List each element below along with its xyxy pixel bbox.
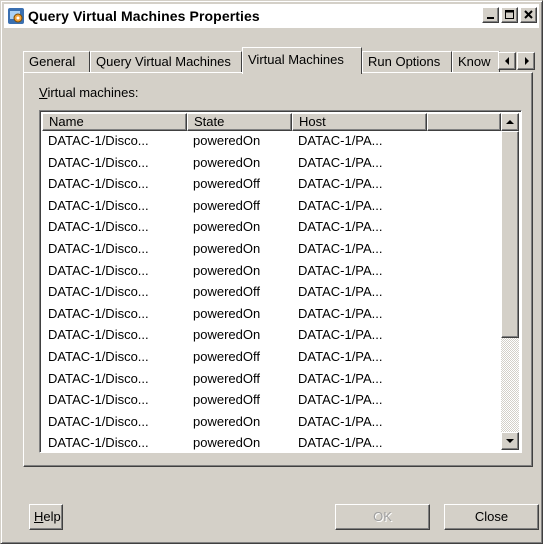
cell-host: DATAC-1/PA... (298, 133, 383, 148)
cell-name: DATAC-1/Disco... (48, 240, 149, 256)
cell-name: DATAC-1/Disco... (48, 348, 149, 364)
cell-name: DATAC-1/Disco... (48, 176, 149, 192)
close-dialog-button[interactable]: Close (444, 504, 539, 530)
arrow-right-icon (525, 57, 529, 65)
tab-query-virtual-machines[interactable]: Query Virtual Machines (90, 51, 242, 73)
cell-state: poweredOff (193, 284, 260, 300)
help-button[interactable]: Help (29, 504, 63, 530)
arrow-left-icon (505, 57, 509, 65)
cell-name: DATAC-1/Disco... (48, 392, 149, 408)
virtual-machines-panel: Virtual machines: Name State Host DATAC-… (23, 72, 533, 467)
cell-name: DATAC-1/Disco... (48, 284, 149, 300)
arrow-down-icon (506, 439, 514, 443)
cell-state: poweredOn (193, 219, 261, 235)
cell-state: poweredOn (193, 305, 261, 321)
cell-state: poweredOff (193, 348, 260, 364)
window-title: Query Virtual Machines Properties (28, 8, 260, 24)
table-row[interactable]: DATAC-1/Disco... poweredOff DATAC-1/PA... (42, 196, 501, 218)
tab-know[interactable]: Know (452, 51, 500, 73)
cell-host: DATAC-1/PA... (298, 435, 383, 451)
cell-host: DATAC-1/PA... (298, 262, 383, 278)
cell-name: DATAC-1/Disco... (48, 435, 149, 451)
list-rows: DATAC-1/Disco... poweredOn DATAC-1/PA... D… (42, 131, 501, 452)
cell-state: poweredOff (193, 392, 260, 408)
cell-host: DATAC-1/PA... (298, 284, 383, 300)
column-header-extra[interactable] (427, 113, 501, 131)
cell-state: poweredOn (193, 262, 261, 278)
table-row[interactable]: DATAC-1/Disco... poweredOff DATAC-1/PA... (42, 174, 501, 196)
scroll-down-button[interactable] (501, 432, 519, 450)
cell-host: DATAC-1/PA... (298, 348, 383, 364)
cell-name: DATAC-1/Disco... (48, 327, 149, 343)
cell-state: poweredOff (193, 370, 260, 386)
vertical-scrollbar[interactable] (501, 113, 519, 450)
table-row[interactable]: DATAC-1/Disco... poweredOff DATAC-1/PA... (42, 347, 501, 369)
maximize-icon (505, 10, 514, 19)
cell-state: poweredOn (193, 154, 261, 170)
tab-scroller (498, 52, 535, 70)
cell-state: poweredOn (193, 413, 261, 429)
table-row[interactable]: DATAC-1/Disco... poweredOff DATAC-1/PA... (42, 369, 501, 391)
scroll-thumb[interactable] (501, 131, 519, 338)
ok-button[interactable]: OK (335, 504, 430, 530)
virtual-machines-list[interactable]: Name State Host DATAC-1/Disco... poweredO… (39, 110, 522, 453)
table-row[interactable]: DATAC-1/Disco... poweredOn DATAC-1/PA... (42, 325, 501, 347)
list-header: Name State Host (42, 113, 501, 131)
tab-general[interactable]: General (23, 51, 90, 73)
cell-host: DATAC-1/PA... (298, 219, 383, 235)
column-header-state[interactable]: State (187, 113, 292, 131)
cell-name: DATAC-1/Disco... (48, 133, 149, 148)
arrow-up-icon (506, 120, 514, 124)
cell-host: DATAC-1/PA... (298, 327, 383, 343)
table-row[interactable]: DATAC-1/Disco... poweredOn DATAC-1/PA... (42, 239, 501, 261)
cell-host: DATAC-1/PA... (298, 240, 383, 256)
cell-name: DATAC-1/Disco... (48, 197, 149, 213)
cell-host: DATAC-1/PA... (298, 197, 383, 213)
cell-name: DATAC-1/Disco... (48, 413, 149, 429)
table-row[interactable]: DATAC-1/Disco... poweredOn DATAC-1/PA... (42, 304, 501, 326)
table-row[interactable]: DATAC-1/Disco... poweredOn DATAC-1/PA... (42, 433, 501, 452)
cell-state: poweredOn (193, 327, 261, 343)
column-header-host[interactable]: Host (292, 113, 427, 131)
cell-name: DATAC-1/Disco... (48, 219, 149, 235)
table-row[interactable]: DATAC-1/Disco... poweredOn DATAC-1/PA... (42, 412, 501, 434)
cell-host: DATAC-1/PA... (298, 176, 383, 192)
cell-host: DATAC-1/PA... (298, 154, 383, 170)
cell-state: poweredOn (193, 133, 261, 148)
cell-state: poweredOn (193, 435, 261, 451)
table-row[interactable]: DATAC-1/Disco... poweredOff DATAC-1/PA... (42, 282, 501, 304)
tab-scroll-right-button[interactable] (517, 52, 535, 70)
cell-name: DATAC-1/Disco... (48, 262, 149, 278)
scroll-up-button[interactable] (501, 113, 519, 131)
table-row[interactable]: DATAC-1/Disco... poweredOn DATAC-1/PA... (42, 261, 501, 283)
cell-name: DATAC-1/Disco... (48, 154, 149, 170)
table-row[interactable]: DATAC-1/Disco... poweredOn DATAC-1/PA... (42, 131, 501, 153)
tab-run-options[interactable]: Run Options (362, 51, 452, 73)
close-button[interactable] (520, 7, 537, 23)
virtual-machines-label: Virtual machines: (39, 85, 139, 100)
table-row[interactable]: DATAC-1/Disco... poweredOn DATAC-1/PA... (42, 153, 501, 175)
cell-host: DATAC-1/PA... (298, 392, 383, 408)
cell-host: DATAC-1/PA... (298, 305, 383, 321)
cell-host: DATAC-1/PA... (298, 370, 383, 386)
tab-virtual-machines[interactable]: Virtual Machines (242, 47, 362, 74)
virtual-machines-icon (8, 8, 24, 24)
table-row[interactable]: DATAC-1/Disco... poweredOff DATAC-1/PA... (42, 390, 501, 412)
table-row[interactable]: DATAC-1/Disco... poweredOn DATAC-1/PA... (42, 217, 501, 239)
cell-state: poweredOn (193, 240, 261, 256)
cell-name: DATAC-1/Disco... (48, 370, 149, 386)
cell-host: DATAC-1/PA... (298, 413, 383, 429)
tab-scroll-left-button[interactable] (498, 52, 516, 70)
minimize-button[interactable] (482, 7, 499, 23)
close-icon (524, 10, 533, 19)
cell-state: poweredOff (193, 176, 260, 192)
column-header-name[interactable]: Name (42, 113, 187, 131)
maximize-button[interactable] (501, 7, 518, 23)
properties-dialog: Query Virtual Machines Properties Genera… (0, 0, 543, 544)
cell-state: poweredOff (193, 197, 260, 213)
cell-name: DATAC-1/Disco... (48, 305, 149, 321)
minimize-icon (487, 17, 494, 19)
title-bar[interactable]: Query Virtual Machines Properties (4, 4, 539, 28)
